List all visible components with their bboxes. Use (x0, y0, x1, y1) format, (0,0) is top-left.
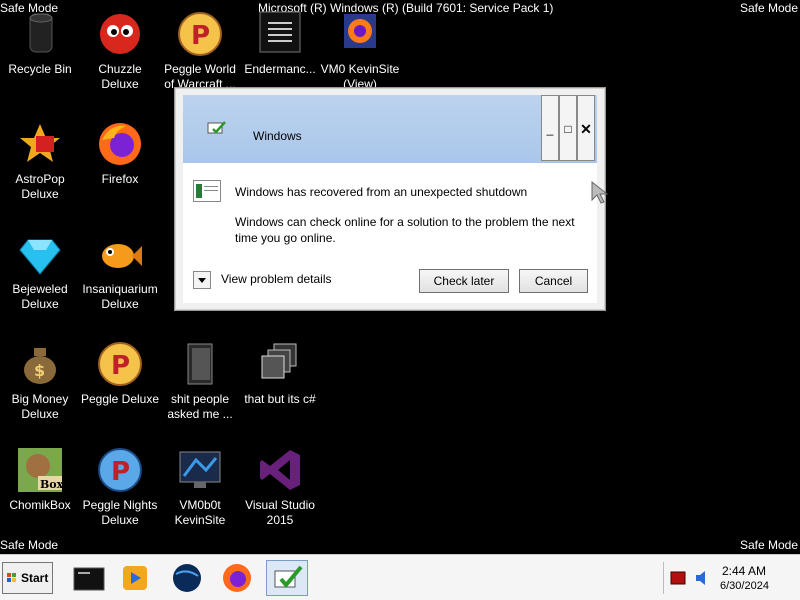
goldfish-icon (96, 230, 144, 278)
desktop-icon-endermanc[interactable]: Endermanc... (240, 10, 320, 77)
peggle-nights-icon: P (96, 446, 144, 494)
taskbar-firefox-button[interactable] (216, 560, 258, 596)
dialog-heading: Windows has recovered from an unexpected… (235, 185, 528, 199)
desktop-icon-vm0-kevinsite-view[interactable]: VM0 KevinSite (View) (320, 10, 400, 92)
desktop-icon-label: Chuzzle Deluxe (98, 62, 142, 91)
volume-icon[interactable] (694, 570, 710, 586)
visual-studio-icon (256, 446, 304, 494)
clock-time[interactable]: 2:44 AM (722, 564, 766, 578)
desktop-icon-bejeweled-deluxe[interactable]: Bejeweled Deluxe (0, 230, 80, 312)
desktop-icon-label: Recycle Bin (8, 62, 72, 76)
safe-mode-label-bottom-left: Safe Mode (0, 538, 59, 552)
desktop-icon-label: Big Money Deluxe (11, 392, 69, 421)
desktop-icon-label: ChomikBox (9, 498, 71, 512)
monitor-icon (176, 446, 224, 494)
desktop-icon-label: that but its c# (244, 392, 316, 406)
mouse-cursor-icon (591, 180, 609, 204)
bejeweled-gem-icon (16, 230, 64, 278)
folder-icon (176, 340, 224, 388)
globe-icon (173, 564, 201, 592)
desktop-icon-label: Endermanc... (244, 62, 316, 76)
desktop-icon-recycle-bin[interactable]: Recycle Bin (0, 10, 80, 77)
svg-text:P: P (111, 457, 130, 487)
firefox-icon (223, 564, 251, 592)
desktop-icon-astropop-deluxe[interactable]: AstroPop Deluxe (0, 120, 80, 202)
desktop-icon-that-but-its-csharp[interactable]: that but its c# (240, 340, 320, 407)
start-label: Start (21, 571, 49, 585)
clock-date[interactable]: 6/30/2024 (720, 580, 769, 592)
svg-text:P: P (191, 21, 210, 51)
desktop-icon-chuzzle-deluxe[interactable]: Chuzzle Deluxe (80, 10, 160, 92)
dialog-message: Windows can check online for a solution … (235, 215, 575, 245)
action-center-flag-icon[interactable] (670, 571, 686, 585)
desktop-icon-peggle-wow[interactable]: P Peggle World of Warcraft ... (160, 10, 240, 92)
chomikbox-icon: Box (16, 446, 64, 494)
taskbar-recovery-dialog-button[interactable] (266, 560, 308, 596)
dialog-title: Windows (253, 129, 302, 143)
desktop-icon-insaniquarium-deluxe[interactable]: Insaniquarium Deluxe (80, 230, 160, 312)
desktop-icon-peggle-nights-deluxe[interactable]: P Peggle Nights Deluxe (80, 446, 160, 528)
firefox-shortcut-icon (336, 10, 384, 58)
taskbar-media-player-button[interactable] (114, 560, 156, 596)
desktop-icon-label: shit people asked me ... (167, 392, 233, 421)
start-button[interactable]: Start (2, 562, 53, 594)
dialog-title-bar[interactable]: Windows (183, 95, 597, 163)
firefox-icon (96, 120, 144, 168)
desktop-icon-label: Visual Studio 2015 (245, 498, 315, 527)
minimize-button[interactable]: _ (541, 95, 559, 161)
command-prompt-icon (73, 567, 105, 591)
svg-text:Box: Box (40, 478, 64, 491)
view-problem-details-label[interactable]: View problem details (221, 272, 332, 286)
desktop-icon-chomikbox[interactable]: Box ChomikBox (0, 446, 80, 513)
windows-recovery-dialog: Windows _ □ ✕ Windows has recovered from… (174, 87, 606, 311)
svg-text:P: P (111, 351, 130, 381)
desktop-icon-label: AstroPop Deluxe (15, 172, 65, 201)
document-icon (256, 10, 304, 58)
desktop-icon-firefox[interactable]: Firefox (80, 120, 160, 187)
astropop-icon (16, 120, 64, 168)
peggle-icon: P (176, 10, 224, 58)
stacked-windows-icon (256, 340, 304, 388)
recycle-bin-icon (16, 10, 64, 58)
desktop-icon-label: Peggle Nights Deluxe (82, 498, 158, 527)
desktop-icon-shit-people-asked-me[interactable]: shit people asked me ... (160, 340, 240, 422)
money-bag-icon: $ (16, 340, 64, 388)
cancel-button[interactable]: Cancel (519, 269, 588, 293)
desktop-icon-visual-studio-2015[interactable]: Visual Studio 2015 (240, 446, 320, 528)
safe-mode-label-top-right: Safe Mode (739, 1, 798, 15)
safe-mode-label-bottom-right: Safe Mode (739, 538, 798, 552)
close-button[interactable]: ✕ (577, 95, 595, 161)
desktop-icon-label: Bejeweled Deluxe (12, 282, 68, 311)
chevron-down-icon (198, 278, 206, 283)
windows-flag-icon (7, 573, 16, 582)
dialog-body: Windows has recovered from an unexpected… (183, 163, 597, 303)
taskbar-cmd-button[interactable] (68, 560, 110, 596)
desktop-icon-label: Firefox (101, 172, 139, 186)
recovery-window-icon (193, 180, 221, 202)
svg-text:$: $ (34, 361, 45, 380)
windows-dialog-icon (207, 119, 227, 139)
desktop-icon-big-money-deluxe[interactable]: $ Big Money Deluxe (0, 340, 80, 422)
expand-details-button[interactable] (193, 271, 211, 289)
taskbar-globe-button[interactable] (166, 560, 208, 596)
recovery-check-icon (274, 565, 303, 589)
check-later-button[interactable]: Check later (419, 269, 509, 293)
taskbar: Start 2:44 AM 6/30/2024 (0, 554, 800, 600)
media-player-icon (123, 566, 147, 590)
desktop-icon-label: Insaniquarium Deluxe (82, 282, 158, 311)
desktop-icon-label: VM0b0t KevinSite (174, 498, 226, 527)
desktop-icon-vm0b0t-kevinsite[interactable]: VM0b0t KevinSite (160, 446, 240, 528)
desktop-icon-label: Peggle Deluxe (80, 392, 160, 406)
peggle-icon: P (96, 340, 144, 388)
chuzzle-icon (96, 10, 144, 58)
maximize-button[interactable]: □ (559, 95, 577, 161)
desktop-icon-peggle-deluxe[interactable]: P Peggle Deluxe (80, 340, 160, 407)
